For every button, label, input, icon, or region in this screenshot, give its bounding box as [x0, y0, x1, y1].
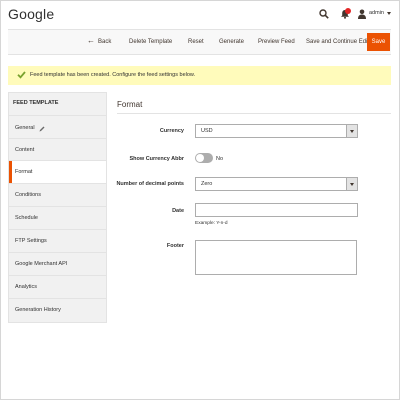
- chevron-down-icon[interactable]: [387, 12, 391, 15]
- preview-feed-button[interactable]: Preview Feed: [258, 30, 295, 54]
- success-message-text: Feed template has been created. Configur…: [30, 72, 196, 78]
- back-arrow-icon[interactable]: ←: [87, 37, 95, 45]
- toggle-knob: [196, 154, 204, 162]
- footer-textarea[interactable]: [195, 240, 357, 275]
- sidebar-item-format[interactable]: Format: [9, 161, 106, 183]
- sidebar-item-analytics[interactable]: Analytics: [9, 276, 106, 298]
- sidebar-item-label: Schedule: [15, 215, 38, 221]
- decimal-points-select-value: Zero: [201, 181, 213, 187]
- action-bar: Back Delete Template Reset Generate Prev…: [8, 29, 391, 55]
- sidebar-item-label: Content: [15, 147, 35, 153]
- user-icon[interactable]: [358, 9, 366, 19]
- date-example-note: Example: Y-n-d: [195, 221, 228, 226]
- show-currency-abbr-label: Show Currency Abbr: [129, 156, 185, 162]
- chevron-down-icon: [346, 125, 357, 137]
- currency-select-value: USD: [201, 128, 213, 134]
- sidebar-item-label: Format: [15, 169, 33, 175]
- generate-button[interactable]: Generate: [219, 30, 244, 54]
- divider: [9, 115, 106, 116]
- sidebar-item-google-merchant-api[interactable]: Google Merchant API: [9, 253, 106, 275]
- show-currency-abbr-toggle[interactable]: [195, 153, 213, 163]
- sidebar-item-label: FTP Settings: [15, 238, 47, 244]
- chevron-down-icon: [346, 178, 357, 190]
- sidebar-item-conditions[interactable]: Conditions: [9, 184, 106, 206]
- save-button[interactable]: Save: [367, 33, 390, 51]
- date-input[interactable]: [195, 203, 358, 217]
- sidebar-item-generation-history[interactable]: Generation History: [9, 299, 106, 321]
- sidebar-item-label: Conditions: [15, 192, 41, 198]
- sidebar-item-label: Google Merchant API: [15, 261, 68, 267]
- decimal-points-label: Number of decimal points: [116, 181, 184, 187]
- checkmark-icon: [17, 71, 26, 79]
- search-icon[interactable]: [319, 9, 329, 19]
- currency-select[interactable]: USD: [195, 124, 358, 138]
- sidebar-item-label: General: [15, 125, 35, 131]
- delete-template-button[interactable]: Delete Template: [129, 30, 172, 54]
- pencil-icon: [39, 126, 45, 132]
- user-menu-label[interactable]: admin: [369, 10, 384, 16]
- back-button[interactable]: Back: [98, 30, 111, 54]
- currency-label: Currency: [159, 128, 184, 134]
- sidebar-title: FEED TEMPLATE: [13, 100, 59, 106]
- show-currency-abbr-value: No: [216, 156, 224, 162]
- section-title: Format: [117, 100, 143, 109]
- decimal-points-select[interactable]: Zero: [195, 177, 358, 191]
- footer-label: Footer: [166, 243, 184, 249]
- divider: [117, 113, 391, 114]
- save-and-continue-button[interactable]: Save and Continue Edit: [306, 30, 369, 54]
- sidebar-item-label: Generation History: [15, 307, 61, 313]
- notification-badge: [345, 8, 351, 14]
- date-label: Date: [172, 208, 184, 214]
- sidebar-item-label: Analytics: [15, 284, 38, 290]
- reset-button[interactable]: Reset: [188, 30, 204, 54]
- page-title: Google: [8, 6, 55, 22]
